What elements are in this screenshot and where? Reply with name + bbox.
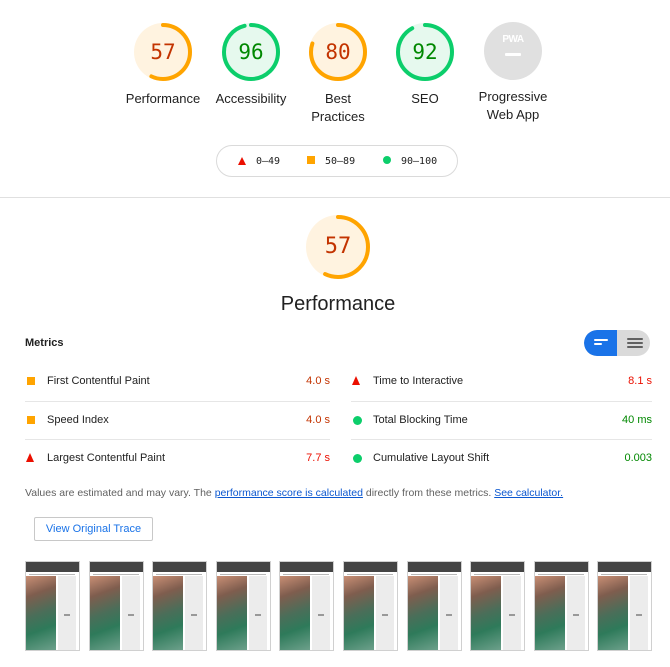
category-gauge[interactable]: 57 Performance xyxy=(113,22,213,108)
category-label: Progressive Web App xyxy=(478,89,548,122)
category-gauges: 57 Performance 96 Accessibility 80 Best Practi… xyxy=(0,22,670,132)
filmstrip-frame xyxy=(215,561,271,651)
pwa-badge-icon: PWA xyxy=(484,22,542,80)
performance-gauge: 57 xyxy=(305,214,371,280)
filmstrip-frame xyxy=(25,561,80,651)
page-screenshot-thumbnail xyxy=(471,576,502,650)
score-calculated-link[interactable]: performance score is calculated xyxy=(215,487,363,499)
metric-row: Cumulative Layout Shift 0.003 xyxy=(351,439,652,478)
page-screenshot-thumbnail xyxy=(26,576,56,650)
page-screenshot-thumbnail xyxy=(407,576,438,650)
filmstrip-frame xyxy=(533,561,589,651)
category-gauge[interactable]: 96 Accessibility xyxy=(201,22,301,108)
page-screenshot-thumbnail xyxy=(534,576,565,650)
metric-row: Speed Index 4.0 s xyxy=(25,401,330,440)
category-score: 80 xyxy=(325,40,351,64)
filmstrip-frame xyxy=(597,561,653,651)
filmstrip-frame xyxy=(470,561,526,651)
average-square-icon xyxy=(307,156,315,164)
metric-row: Largest Contentful Paint 7.7 s xyxy=(25,439,330,478)
average-square-icon xyxy=(27,416,35,424)
metric-name: Largest Contentful Paint xyxy=(47,452,166,464)
category-label: SEO xyxy=(411,91,439,106)
pwa-dash-icon xyxy=(505,53,521,56)
category-gauge[interactable]: 92 SEO xyxy=(375,22,475,108)
score-ring: 96 xyxy=(221,22,281,82)
metrics-view-toggle[interactable] xyxy=(584,330,650,356)
fail-triangle-icon xyxy=(26,453,34,462)
pass-circle-icon xyxy=(353,416,362,425)
view-original-trace-button[interactable]: View Original Trace xyxy=(34,517,153,541)
section-divider xyxy=(0,197,670,198)
fail-triangle-icon xyxy=(352,376,360,385)
filmstrip-frame xyxy=(152,561,208,651)
score-ring: 80 xyxy=(308,22,368,82)
expanded-view-button[interactable] xyxy=(617,330,650,356)
fail-triangle-icon xyxy=(238,157,246,165)
metric-row: Total Blocking Time 40 ms xyxy=(351,401,652,440)
metric-name: First Contentful Paint xyxy=(47,375,150,387)
score-legend: 0–49 50–89 90–100 xyxy=(216,145,458,177)
filmstrip-frame xyxy=(406,561,462,651)
filmstrip xyxy=(0,561,670,653)
metrics-heading: Metrics xyxy=(25,337,64,349)
filmstrip-frame xyxy=(343,561,398,651)
category-label: Accessibility xyxy=(215,91,287,106)
metric-name: Speed Index xyxy=(47,414,109,426)
metric-value: 0.003 xyxy=(624,452,652,464)
pass-circle-icon xyxy=(383,156,391,164)
category-gauge[interactable]: 80 Best Practices xyxy=(288,22,388,126)
metrics-note: Values are estimated and may vary. The p… xyxy=(25,487,564,499)
metric-value: 40 ms xyxy=(622,414,652,426)
metric-value: 4.0 s xyxy=(306,375,330,387)
legend-fail: 0–49 xyxy=(238,155,280,169)
metric-name: Total Blocking Time xyxy=(373,414,468,426)
expanded-lines-icon xyxy=(627,338,643,350)
category-score: 96 xyxy=(238,40,264,64)
average-square-icon xyxy=(27,377,35,385)
page-screenshot-thumbnail xyxy=(89,576,120,650)
category-score: 92 xyxy=(412,40,438,64)
page-screenshot-thumbnail xyxy=(598,576,629,650)
performance-title: Performance xyxy=(280,293,396,315)
metric-name: Time to Interactive xyxy=(373,375,464,387)
see-calculator-link[interactable]: See calculator. xyxy=(494,487,563,499)
pass-circle-icon xyxy=(353,454,362,463)
category-gauge[interactable]: PWA Progressive Web App xyxy=(463,22,563,124)
score-ring: 57 xyxy=(133,22,193,82)
metric-row: First Contentful Paint 4.0 s xyxy=(25,363,330,401)
page-screenshot-thumbnail xyxy=(153,576,184,650)
filmstrip-frame xyxy=(88,561,144,651)
category-label: Performance xyxy=(125,91,201,106)
metric-value: 8.1 s xyxy=(628,375,652,387)
compact-view-button[interactable] xyxy=(584,330,617,356)
page-screenshot-thumbnail xyxy=(344,576,374,650)
metric-row: Time to Interactive 8.1 s xyxy=(351,363,652,401)
category-score: 57 xyxy=(150,40,176,64)
page-screenshot-thumbnail xyxy=(216,576,247,650)
filmstrip-frame xyxy=(279,561,335,651)
legend-pass: 90–100 xyxy=(383,155,437,169)
score-ring: 92 xyxy=(395,22,455,82)
legend-average: 50–89 xyxy=(307,155,355,169)
metric-name: Cumulative Layout Shift xyxy=(373,452,490,464)
metric-value: 7.7 s xyxy=(306,452,330,464)
performance-score: 57 xyxy=(324,234,352,259)
metric-value: 4.0 s xyxy=(306,414,330,426)
compact-lines-icon xyxy=(594,339,610,347)
category-label: Best Practices xyxy=(311,91,365,124)
page-screenshot-thumbnail xyxy=(280,576,311,650)
